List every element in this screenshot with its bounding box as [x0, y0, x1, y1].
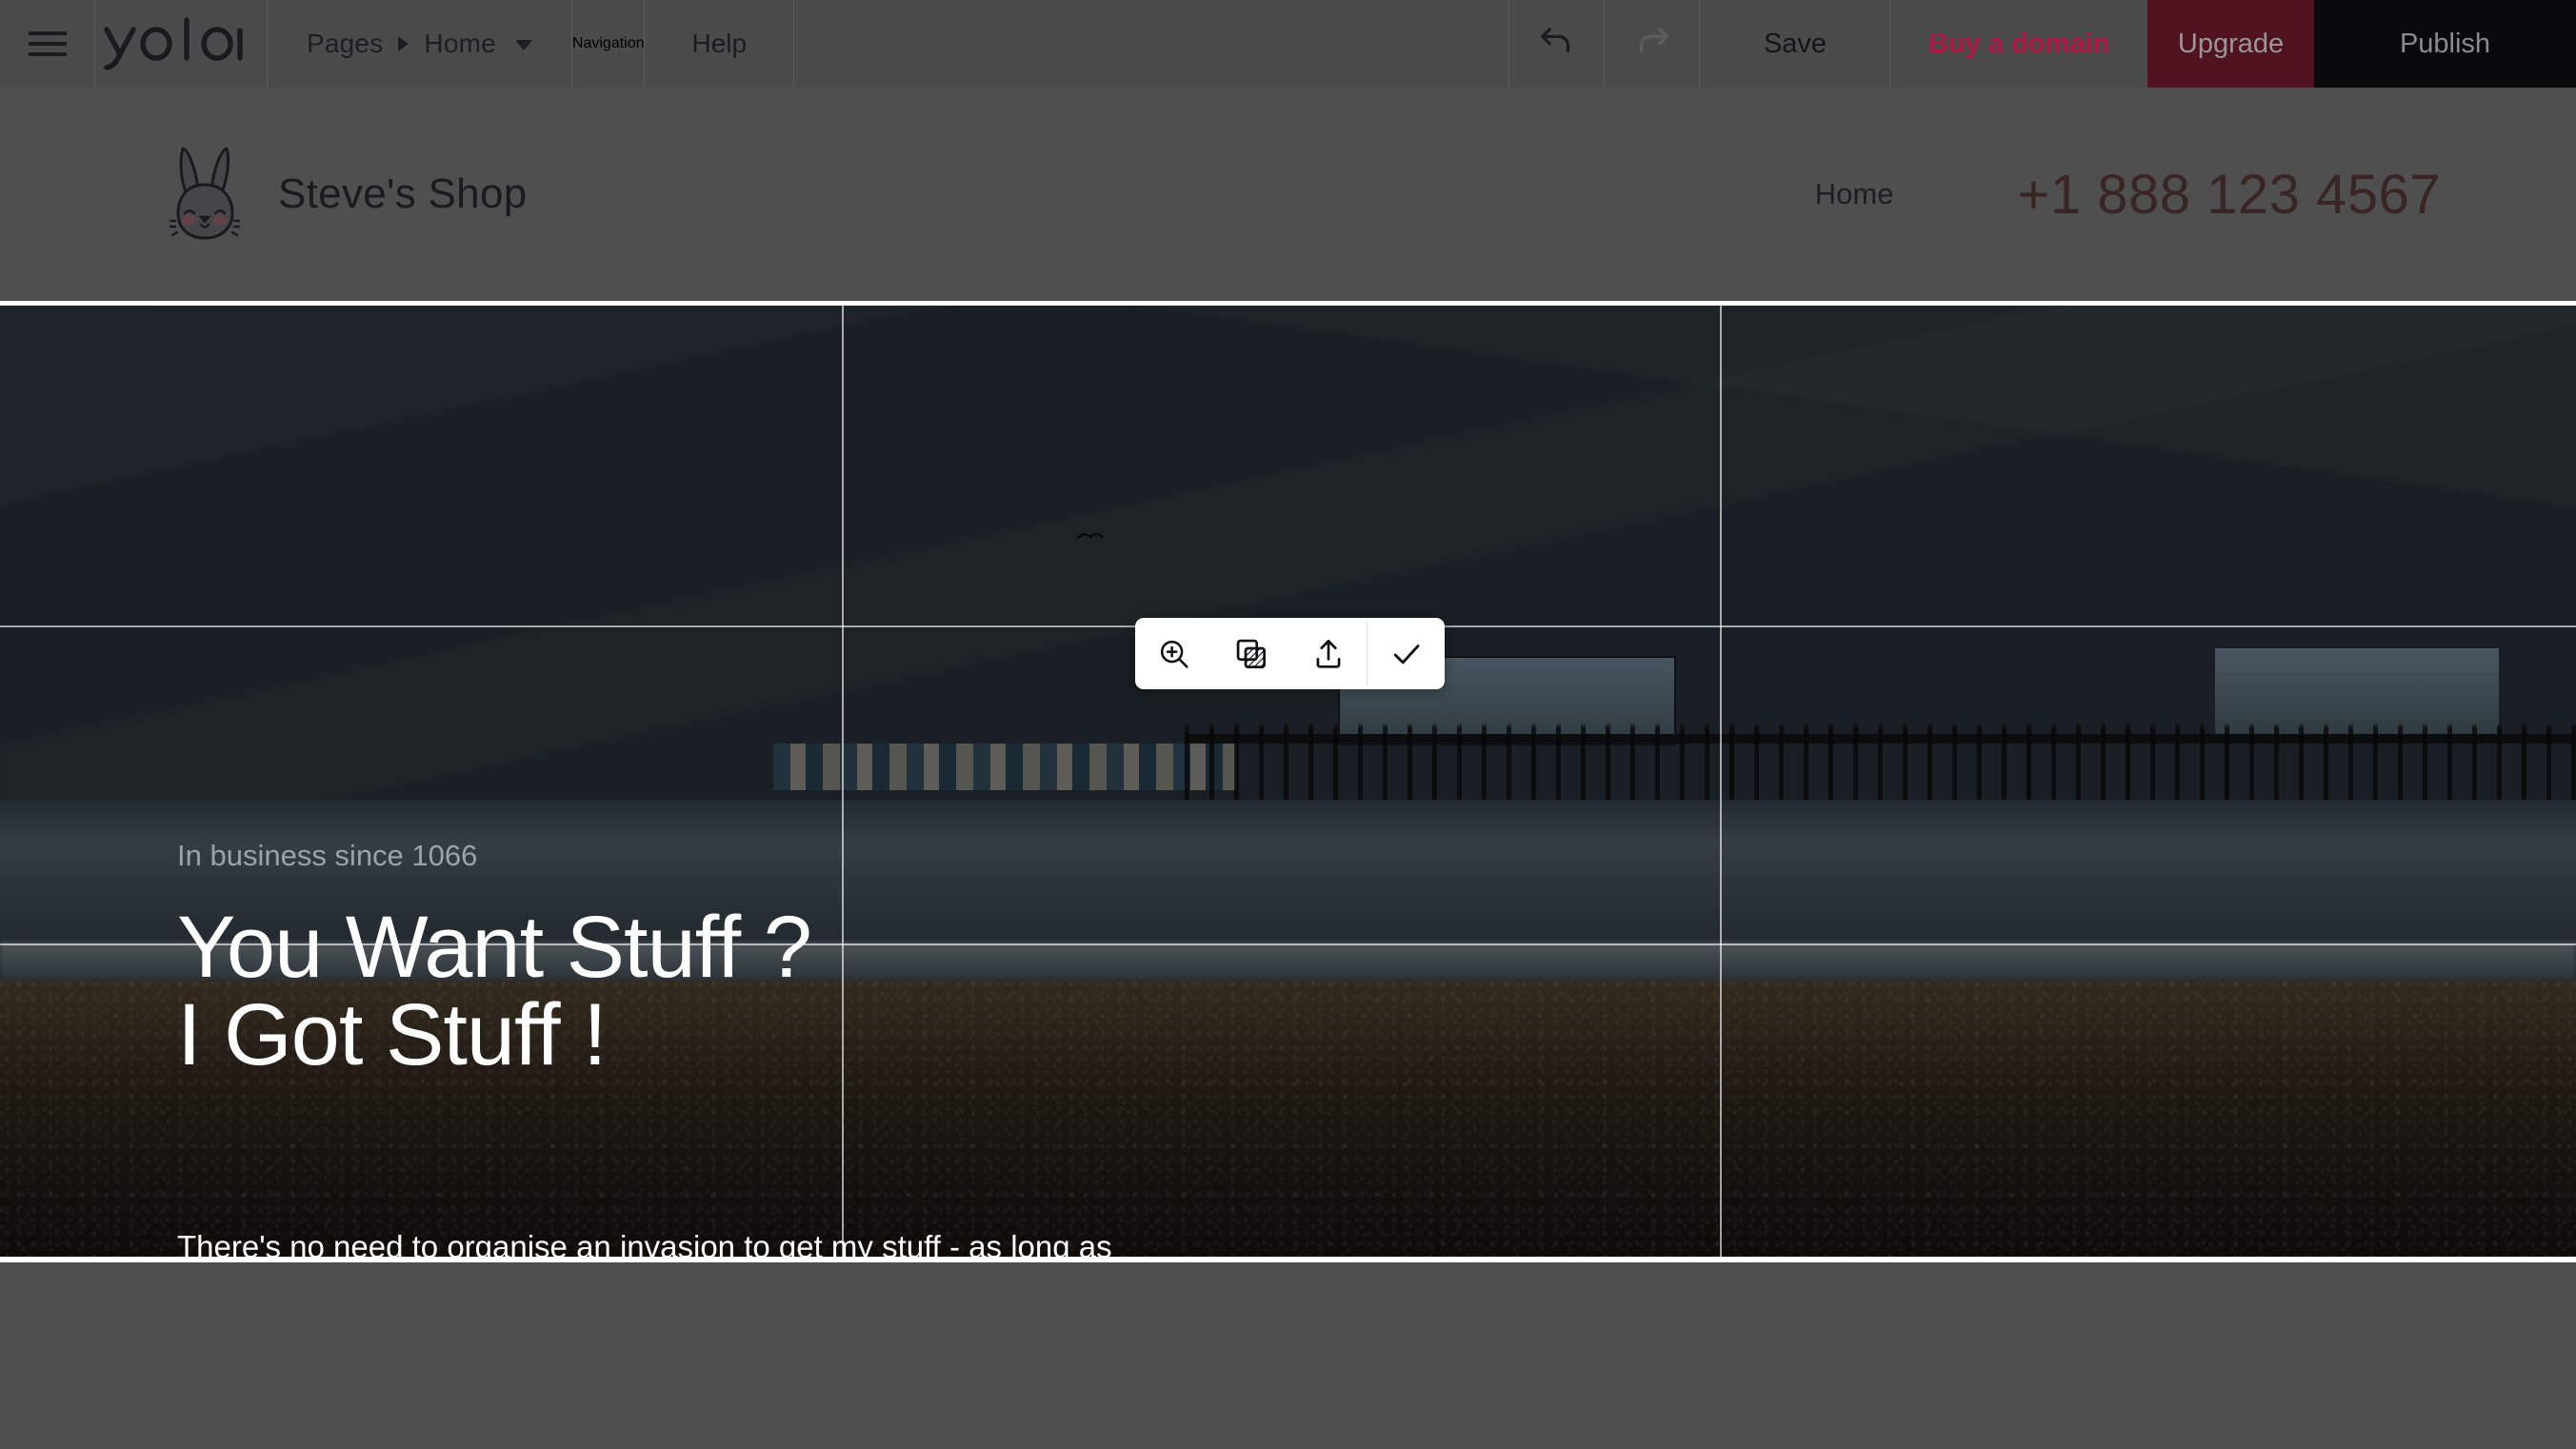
hamburger-icon [29, 31, 67, 56]
upgrade-label: Upgrade [2177, 28, 2285, 59]
upload-button[interactable] [1289, 618, 1367, 689]
buy-a-domain-button[interactable]: Buy a domain [1890, 0, 2147, 88]
redo-arrow-icon [1639, 28, 1668, 53]
hero-heading[interactable]: You Want Stuff ? I Got Stuff ! [177, 903, 812, 1079]
site-header: Steve's Shop Home +1 888 123 4567 [0, 88, 2576, 301]
current-page-label: Home [424, 29, 496, 58]
save-button[interactable]: Save [1700, 0, 1890, 88]
site-nav-item-home[interactable]: Home [1815, 177, 1894, 211]
help-menu-button[interactable]: Help [645, 0, 795, 88]
zoom-in-button[interactable] [1135, 618, 1212, 689]
help-label: Help [691, 29, 748, 58]
redo-button[interactable] [1605, 0, 1700, 88]
image-editing-toolbar[interactable] [1135, 618, 1445, 689]
site-phone-number[interactable]: +1 888 123 4567 [2017, 163, 2441, 227]
buy-domain-label: Buy a domain [1927, 28, 2110, 59]
pages-label: Pages [307, 29, 384, 58]
bunny-face-logo-icon [169, 141, 246, 248]
undo-button[interactable] [1509, 0, 1605, 88]
upload-icon [1316, 639, 1340, 668]
editor-top-bar: Pages Home Navigation Help Save Buy a do… [0, 0, 2576, 88]
upgrade-button[interactable]: Upgrade [2147, 0, 2314, 88]
navigation-menu-button[interactable]: Navigation [572, 0, 645, 88]
hero-kicker-text[interactable]: In business since 1066 [177, 839, 477, 873]
main-menu-button[interactable] [0, 0, 95, 88]
seagull-icon [1076, 532, 1104, 539]
hero-section-selection-frame[interactable]: In business since 1066 You Want Stuff ? … [0, 301, 2576, 1262]
yola-logo[interactable] [95, 0, 267, 88]
navigation-label: Navigation [571, 35, 645, 51]
check-icon [1393, 644, 1419, 664]
hero-body-text[interactable]: There's no need to organise an invasion … [177, 1221, 1112, 1257]
layers-icon [1236, 639, 1266, 668]
layers-effects-button[interactable] [1212, 618, 1289, 689]
publish-button[interactable]: Publish [2314, 0, 2576, 88]
confirm-button[interactable] [1368, 618, 1445, 689]
undo-arrow-icon [1541, 28, 1570, 53]
hero-background-image[interactable]: In business since 1066 You Want Stuff ? … [0, 306, 2576, 1257]
zoom-in-icon [1160, 640, 1188, 668]
site-brand[interactable]: Steve's Shop [169, 141, 528, 248]
site-navigation: Home +1 888 123 4567 [1815, 163, 2441, 227]
publish-label: Publish [2399, 28, 2491, 59]
beach-huts-layer [772, 743, 1237, 791]
chevron-down-icon[interactable] [514, 40, 532, 50]
save-label: Save [1763, 28, 1827, 59]
pages-breadcrumb[interactable]: Pages Home [267, 0, 572, 88]
page-canvas-below-hero [0, 1268, 2576, 1449]
toolbar-spacer [794, 0, 1509, 88]
site-title: Steve's Shop [278, 170, 528, 217]
chevron-right-icon [398, 36, 409, 51]
